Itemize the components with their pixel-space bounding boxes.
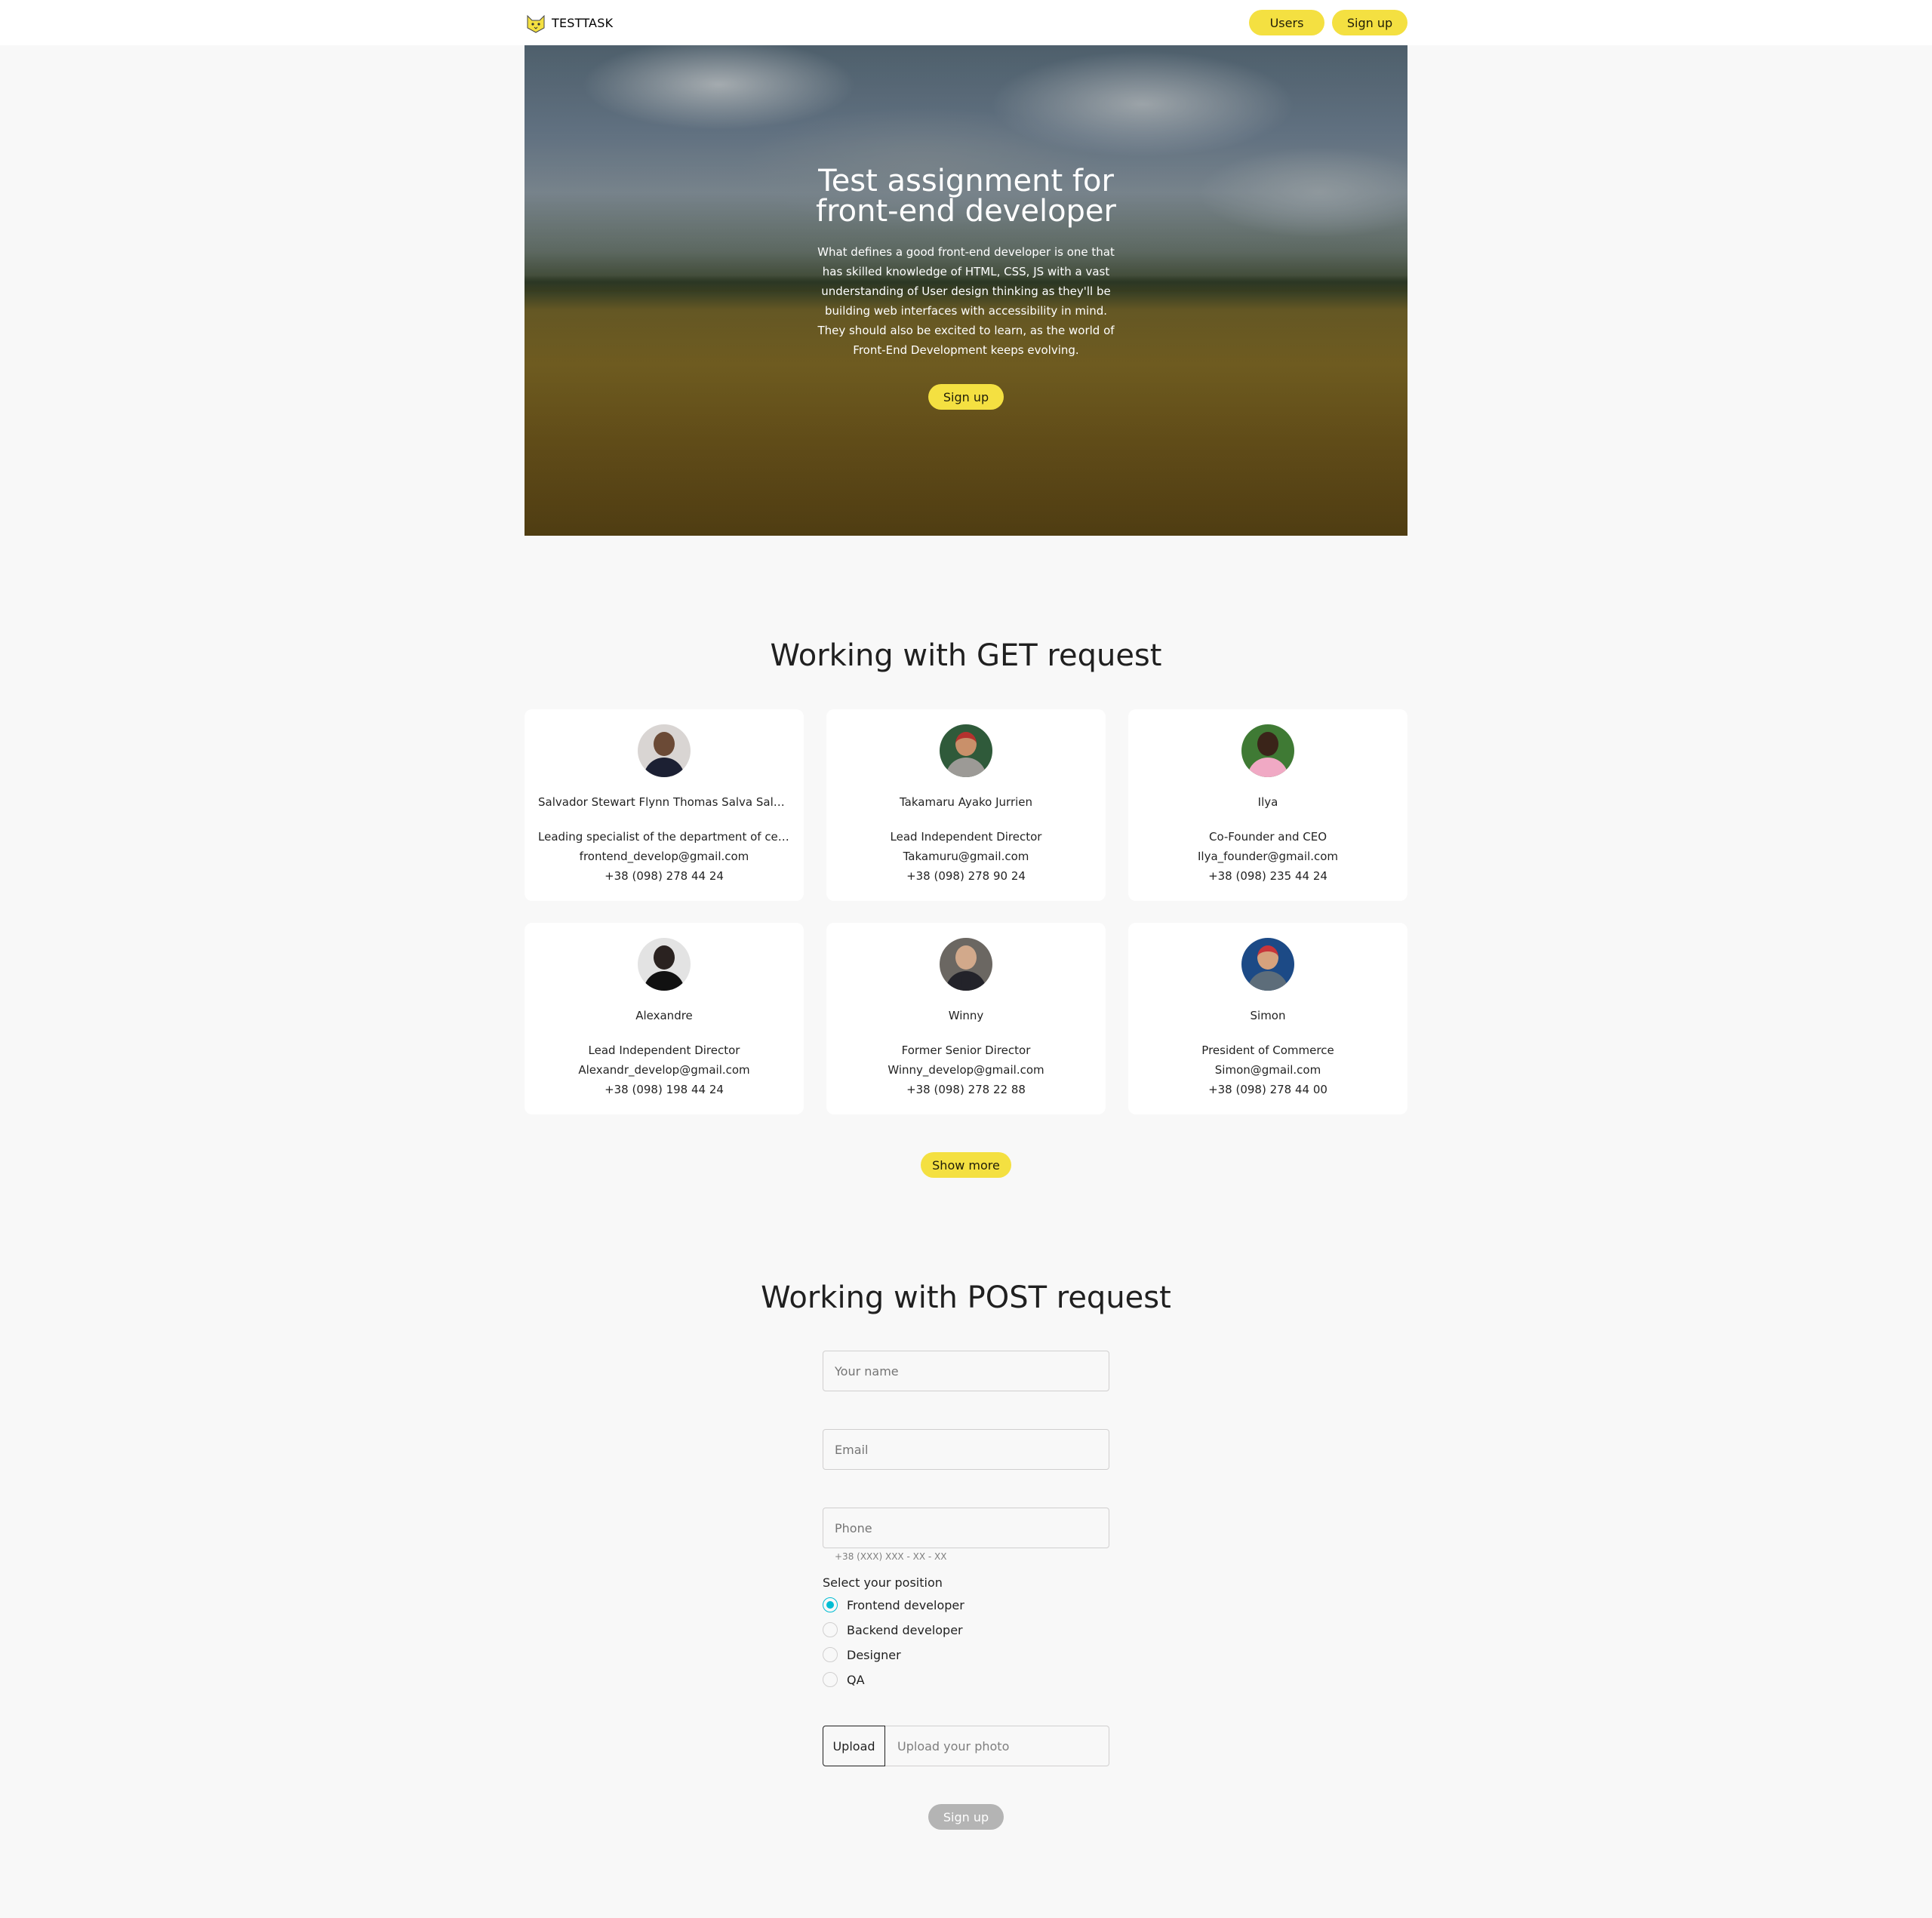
avatar: [1241, 938, 1294, 991]
user-card: Simon President of Commerce Simon@gmail.…: [1128, 923, 1407, 1114]
user-info: Lead Independent Director Alexandr_devel…: [538, 1040, 790, 1099]
phone-field[interactable]: [823, 1508, 1109, 1548]
post-section-title: Working with POST request: [761, 1280, 1171, 1315]
user-info: Leading specialist of the department of …: [538, 827, 790, 886]
avatar: [638, 724, 691, 777]
user-name: Ilya: [1257, 795, 1278, 809]
position-option-designer[interactable]: Designer: [823, 1645, 1109, 1664]
header-container: TESTTASK Users Sign up: [525, 0, 1407, 45]
upload-photo-field[interactable]: Upload your photo: [885, 1726, 1109, 1766]
phone-helper-text: +38 (XXX) XXX - XX - XX: [835, 1551, 947, 1562]
user-name: Winny: [948, 1009, 984, 1022]
radio-checked-icon[interactable]: [823, 1597, 838, 1612]
header-signup-button[interactable]: Sign up: [1332, 10, 1407, 35]
cat-logo-icon: [527, 14, 545, 33]
users-button[interactable]: Users: [1249, 10, 1324, 35]
name-field[interactable]: [823, 1351, 1109, 1391]
user-phone: +38 (098) 235 44 24: [1208, 869, 1327, 883]
user-info: Co-Founder and CEO Ilya_founder@gmail.co…: [1142, 827, 1394, 886]
phone-input[interactable]: [835, 1520, 1097, 1535]
user-position: Lead Independent Director: [890, 830, 1042, 844]
upload-button[interactable]: Upload: [823, 1726, 885, 1766]
logo-text: TESTTASK: [552, 15, 614, 30]
hero-description: What defines a good front-end developer …: [817, 245, 1115, 357]
user-info: Former Senior Director Winny_develop@gma…: [840, 1040, 1092, 1099]
avatar: [1241, 724, 1294, 777]
user-email: Simon@gmail.com: [1214, 1063, 1321, 1077]
user-name: Salvador Stewart Flynn Thomas Salva Salv…: [538, 795, 790, 809]
hero-banner: Test assignment for front-end developer …: [525, 45, 1407, 536]
photo-upload: Upload Upload your photo: [823, 1726, 1109, 1766]
avatar: [638, 938, 691, 991]
position-option-label: Backend developer: [847, 1622, 963, 1637]
submit-signup-button[interactable]: Sign up: [928, 1804, 1004, 1830]
name-input[interactable]: [835, 1363, 1097, 1379]
position-option-backend[interactable]: Backend developer: [823, 1620, 1109, 1640]
user-phone: +38 (098) 278 44 00: [1208, 1083, 1327, 1096]
user-card: Alexandre Lead Independent Director Alex…: [525, 923, 804, 1114]
header-nav: Users Sign up: [1249, 10, 1407, 35]
get-section-title: Working with GET request: [770, 638, 1162, 673]
site-header: TESTTASK Users Sign up: [0, 0, 1932, 45]
hero-content: Test assignment for front-end developer …: [811, 166, 1121, 410]
user-phone: +38 (098) 278 90 24: [906, 869, 1026, 883]
user-email: Takamuru@gmail.com: [903, 850, 1029, 863]
avatar: [940, 938, 992, 991]
user-phone: +38 (098) 278 44 24: [605, 869, 724, 883]
user-cards-grid: Salvador Stewart Flynn Thomas Salva Salv…: [525, 709, 1407, 1114]
user-name: Simon: [1250, 1009, 1286, 1022]
user-email: Winny_develop@gmail.com: [888, 1063, 1044, 1077]
user-email: frontend_develop@gmail.com: [579, 850, 749, 863]
user-phone: +38 (098) 278 22 88: [906, 1083, 1026, 1096]
user-name: Alexandre: [635, 1009, 693, 1022]
hero-title: Test assignment for front-end developer: [811, 166, 1121, 226]
radio-unchecked-icon[interactable]: [823, 1647, 838, 1662]
logo[interactable]: TESTTASK: [525, 11, 613, 34]
avatar: [940, 724, 992, 777]
position-option-label: QA: [847, 1672, 865, 1687]
position-label: Select your position: [823, 1575, 943, 1590]
user-card: Salvador Stewart Flynn Thomas Salva Salv…: [525, 709, 804, 901]
position-option-label: Frontend developer: [847, 1597, 964, 1612]
user-card: Takamaru Ayako Jurrien Lead Independent …: [826, 709, 1106, 901]
radio-unchecked-icon[interactable]: [823, 1622, 838, 1637]
radio-unchecked-icon[interactable]: [823, 1672, 838, 1687]
user-phone: +38 (098) 198 44 24: [605, 1083, 724, 1096]
user-position: Former Senior Director: [901, 1044, 1031, 1057]
signup-form: +38 (XXX) XXX - XX - XX Select your posi…: [823, 1351, 1109, 1830]
position-option-label: Designer: [847, 1647, 901, 1662]
user-position: Co-Founder and CEO: [1208, 830, 1327, 844]
user-card: Winny Former Senior Director Winny_devel…: [826, 923, 1106, 1114]
email-field[interactable]: [823, 1429, 1109, 1470]
user-email: Alexandr_develop@gmail.com: [578, 1063, 750, 1077]
user-info: President of Commerce Simon@gmail.com +3…: [1142, 1040, 1394, 1099]
user-name: Takamaru Ayako Jurrien: [899, 795, 1033, 809]
hero-title-line2: front-end developer: [816, 194, 1116, 229]
show-more-button[interactable]: Show more: [921, 1152, 1011, 1178]
user-email: Ilya_founder@gmail.com: [1197, 850, 1338, 863]
position-option-frontend[interactable]: Frontend developer: [823, 1595, 1109, 1615]
hero-signup-button[interactable]: Sign up: [928, 384, 1004, 410]
user-card: Ilya Co-Founder and CEO Ilya_founder@gma…: [1128, 709, 1407, 901]
user-position: Lead Independent Director: [588, 1044, 740, 1057]
user-position: Leading specialist of the department of …: [538, 830, 790, 844]
email-input[interactable]: [835, 1442, 1097, 1457]
user-info: Lead Independent Director Takamuru@gmail…: [840, 827, 1092, 886]
user-position: President of Commerce: [1201, 1044, 1334, 1057]
position-option-qa[interactable]: QA: [823, 1670, 1109, 1689]
